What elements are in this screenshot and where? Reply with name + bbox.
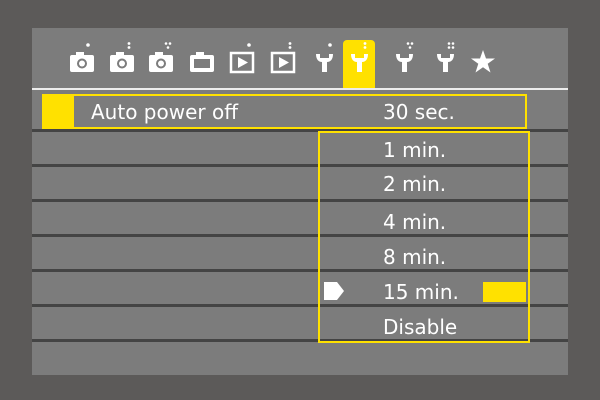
menu-screen: Auto power off 30 sec. 1 min. 2 min. 4 m… bbox=[32, 28, 568, 375]
tab-shooting-4[interactable] bbox=[186, 42, 218, 82]
menu-row-empty bbox=[32, 342, 568, 375]
option-4-min[interactable]: 4 min. bbox=[383, 210, 446, 234]
tab-bar-divider bbox=[32, 88, 568, 90]
tab-shooting-3[interactable] bbox=[145, 42, 177, 82]
camera-shooting-menu-1-icon bbox=[70, 43, 94, 72]
selected-row-indicator bbox=[42, 95, 74, 129]
tab-shooting-1[interactable] bbox=[66, 42, 98, 82]
camera-shooting-menu-4-icon bbox=[190, 52, 214, 72]
setting-current-value[interactable]: 30 sec. bbox=[383, 100, 455, 124]
option-15-min[interactable]: 15 min. bbox=[383, 280, 459, 304]
setup-menu-3-icon bbox=[396, 42, 414, 72]
option-pointer-icon bbox=[324, 282, 344, 300]
option-disable[interactable]: Disable bbox=[383, 315, 457, 339]
highlighted-option-marker bbox=[483, 282, 526, 302]
tab-setup-3[interactable] bbox=[388, 42, 420, 82]
setup-menu-2-icon bbox=[351, 42, 368, 72]
tab-setup-2[interactable] bbox=[343, 40, 375, 88]
my-menu-star-icon bbox=[471, 50, 495, 73]
options-dropdown bbox=[318, 131, 530, 343]
option-1-min[interactable]: 1 min. bbox=[383, 138, 446, 162]
tab-my-menu[interactable] bbox=[467, 42, 499, 82]
tab-setup-4[interactable] bbox=[429, 42, 461, 82]
tab-setup-1[interactable] bbox=[308, 42, 340, 82]
tab-shooting-2[interactable] bbox=[106, 42, 138, 82]
tab-playback-2[interactable] bbox=[267, 42, 299, 82]
camera-shooting-menu-2-icon bbox=[110, 42, 134, 72]
tab-playback-1[interactable] bbox=[226, 42, 258, 82]
menu-tab-bar bbox=[32, 28, 568, 88]
playback-menu-1-icon bbox=[229, 43, 255, 74]
setup-menu-1-icon bbox=[316, 43, 333, 72]
option-2-min[interactable]: 2 min. bbox=[383, 172, 446, 196]
setting-label: Auto power off bbox=[91, 100, 238, 124]
setup-menu-4-icon bbox=[437, 42, 455, 72]
option-8-min[interactable]: 8 min. bbox=[383, 245, 446, 269]
playback-menu-2-icon bbox=[270, 42, 296, 74]
camera-shooting-menu-3-icon bbox=[149, 42, 173, 72]
